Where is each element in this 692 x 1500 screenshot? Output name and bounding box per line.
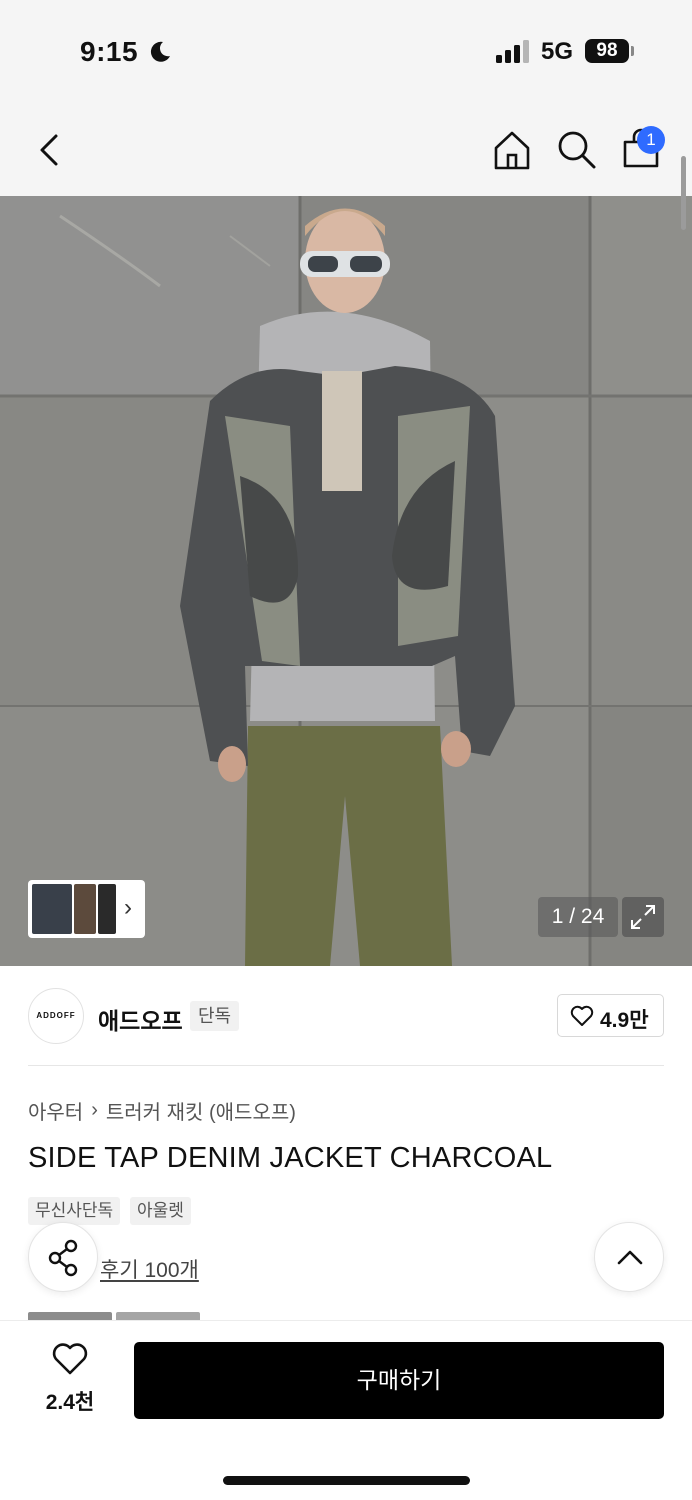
tag-musinsa-exclusive: 무신사단독 — [28, 1197, 121, 1225]
brand-name[interactable]: 애드오프 — [98, 1002, 183, 1036]
heart-icon — [52, 1343, 88, 1375]
page-scroll-indicator — [681, 156, 686, 230]
image-page-counter: 1 / 24 — [538, 897, 618, 937]
share-icon — [48, 1239, 78, 1277]
status-time: 9:15 — [80, 36, 139, 67]
section-divider — [28, 1065, 664, 1066]
top-navigation-bar — [0, 100, 692, 196]
network-type-label: 5G — [541, 38, 574, 65]
exclusive-badge: 단독 — [190, 1001, 240, 1031]
brand-like-button[interactable]: 4.9만 — [557, 994, 664, 1037]
tag-outlet: 아울렛 — [130, 1197, 191, 1225]
moon-icon — [150, 41, 170, 62]
battery-icon: 98 — [585, 39, 629, 63]
option-thumbnail[interactable] — [116, 1312, 200, 1320]
thumbnail-image — [74, 884, 96, 934]
product-title: SIDE TAP DENIM JACKET CHARCOAL — [28, 1142, 553, 1174]
home-icon[interactable] — [490, 128, 534, 172]
thumbnail-image — [98, 884, 116, 934]
breadcrumb-subcategory[interactable]: 트러커 재킷 (애드오프) — [106, 1096, 296, 1125]
review-count-link[interactable]: 후기 100개 — [100, 1254, 199, 1284]
cart-count-badge: 1 — [637, 126, 665, 154]
product-like-button[interactable]: 2.4천 — [30, 1342, 110, 1418]
brand-logo[interactable]: ADDOFF — [28, 988, 84, 1044]
option-thumbnail[interactable] — [28, 1312, 112, 1320]
scroll-to-top-button[interactable] — [594, 1222, 664, 1292]
chevron-right-icon: › — [91, 1099, 98, 1121]
status-bar: 9:15 5G 98 — [0, 0, 692, 100]
buy-button[interactable]: 구매하기 — [134, 1342, 664, 1419]
search-icon[interactable] — [555, 128, 599, 172]
fullscreen-expand-icon[interactable] — [622, 897, 664, 937]
thumbnail-image — [32, 884, 72, 934]
back-arrow-icon[interactable] — [30, 128, 70, 172]
chevron-up-icon — [617, 1250, 643, 1265]
home-indicator — [223, 1476, 470, 1485]
battery-tip — [631, 46, 634, 56]
thumbnail-strip[interactable]: › — [28, 880, 145, 938]
brand-like-count: 4.9만 — [600, 1009, 649, 1032]
product-image-gallery[interactable] — [0, 196, 692, 966]
breadcrumb-category[interactable]: 아우터 — [28, 1096, 83, 1125]
chevron-right-icon: › — [124, 894, 132, 921]
product-photo — [0, 196, 692, 966]
heart-icon — [570, 1005, 594, 1026]
category-breadcrumb: 아우터 › 트러커 재킷 (애드오프) — [28, 1096, 296, 1125]
product-like-count: 2.4천 — [45, 1391, 95, 1414]
cellular-signal-icon — [496, 40, 529, 63]
share-button[interactable] — [28, 1222, 98, 1292]
